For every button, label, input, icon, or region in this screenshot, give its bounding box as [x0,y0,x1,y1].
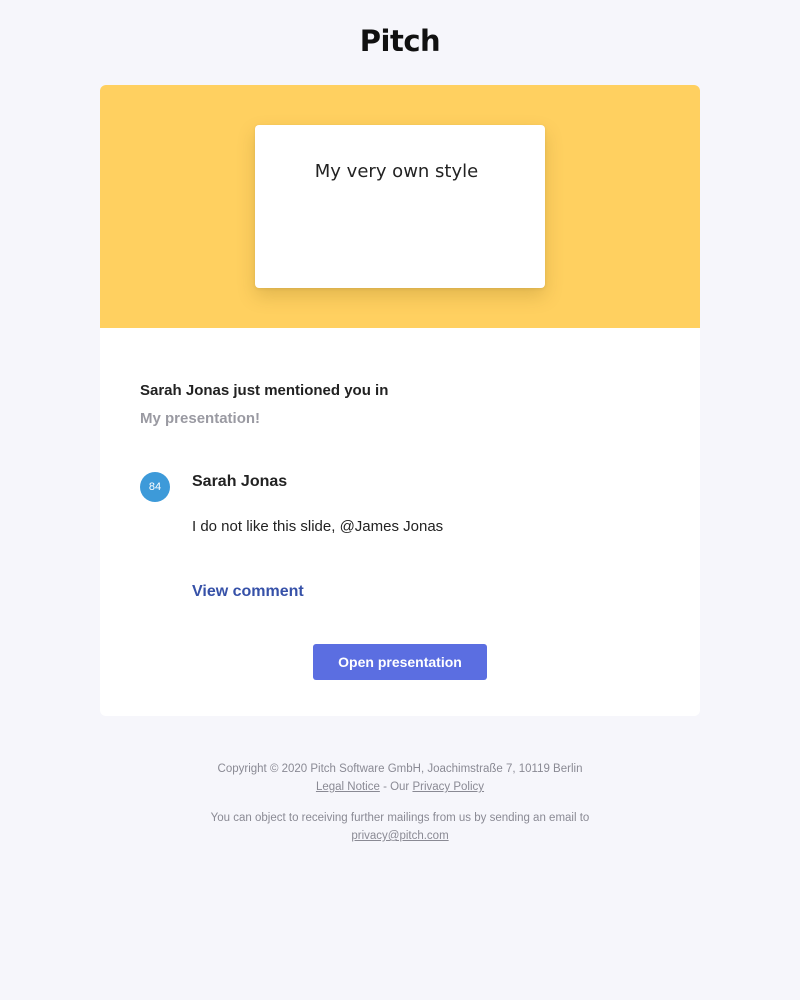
comment-text: I do not like this slide, @James Jonas [192,518,444,535]
legal-links: Legal Notice - Our Privacy Policy [0,778,800,796]
comment-author: Sarah Jonas [192,473,288,490]
privacy-email-link[interactable]: privacy@pitch.com [351,830,448,842]
slide-title: My very own style [314,161,479,182]
slide-preview-banner: My very own style [100,85,700,328]
view-comment-link[interactable]: View comment [192,583,304,601]
legal-separator: - Our [379,781,413,793]
email-page: Pitch My very own style Sarah Jonas just… [0,0,800,1000]
privacy-policy-link[interactable]: Privacy Policy [412,781,484,793]
mention-headline: Sarah Jonas just mentioned you in [140,382,389,399]
open-presentation-button[interactable]: Open presentation [313,644,487,680]
legal-notice-link[interactable]: Legal Notice [316,781,380,793]
unsubscribe-text: You can object to receiving further mail… [210,812,590,824]
notification-card: My very own style Sarah Jonas just menti… [100,85,700,716]
avatar: 84 [140,472,170,502]
pitch-logo: Pitch [359,24,441,58]
email-footer: Copyright © 2020 Pitch Software GmbH, Jo… [0,760,800,845]
presentation-name: My presentation! [140,410,261,427]
slide-thumbnail[interactable]: My very own style [255,125,545,288]
privacy-email-line: privacy@pitch.com [0,827,800,845]
copyright-text: Copyright © 2020 Pitch Software GmbH, Jo… [217,763,583,775]
